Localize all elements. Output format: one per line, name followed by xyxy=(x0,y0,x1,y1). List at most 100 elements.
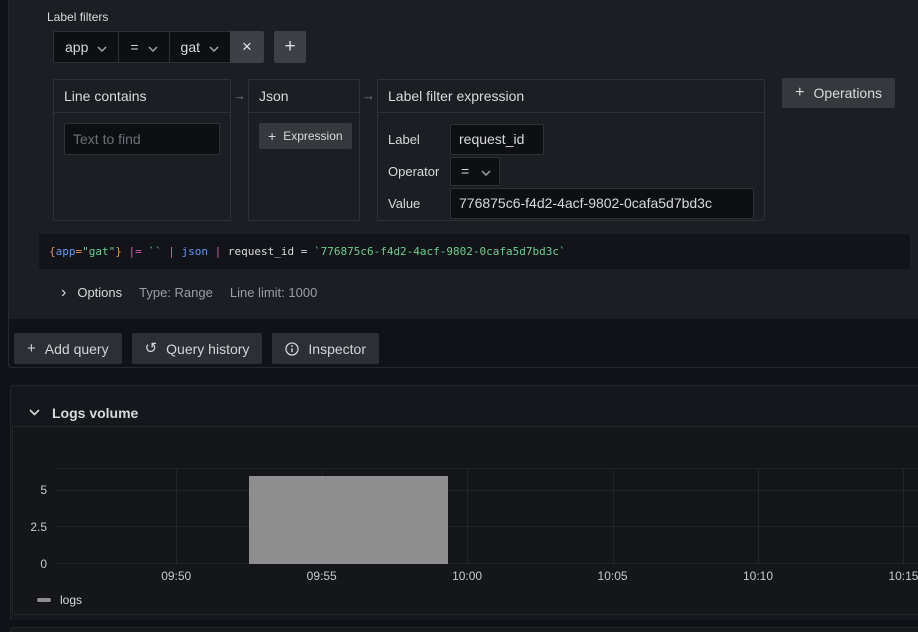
operation-card-title: Line contains xyxy=(54,80,230,113)
plus-icon: + xyxy=(268,128,276,144)
gridline xyxy=(55,490,918,491)
add-query-button[interactable]: + Add query xyxy=(14,333,122,364)
x-tick-label: 10:15 xyxy=(888,569,918,583)
x-tick-label: 09:50 xyxy=(161,569,191,583)
legend-series-swatch xyxy=(37,598,51,602)
x-tick-label: 10:05 xyxy=(598,569,628,583)
chevron-right-icon: › xyxy=(61,286,66,300)
legend-series-label: logs xyxy=(60,593,82,607)
operation-card-json: Json + Expression xyxy=(248,79,360,221)
query-token: request_id = xyxy=(221,245,314,258)
query-preview[interactable]: {app="gat"} |= `` | json | request_id = … xyxy=(39,234,910,269)
operator-field-label: Operator xyxy=(388,164,450,179)
x-tick-label: 10:10 xyxy=(743,569,773,583)
options-title: Options xyxy=(77,285,122,300)
query-token: |= xyxy=(129,245,142,258)
options-toggle[interactable]: › Options xyxy=(61,285,122,300)
logs-volume-header[interactable]: Logs volume xyxy=(11,386,918,426)
info-icon xyxy=(285,342,299,356)
gridline xyxy=(758,469,759,564)
pipeline-arrow-icon: → xyxy=(231,88,248,103)
label-field-input[interactable] xyxy=(450,124,544,155)
operator-field-value: = xyxy=(461,163,469,179)
operation-card-title: Label filter expression xyxy=(378,80,764,113)
query-history-button[interactable]: ↺ Query history xyxy=(132,333,263,364)
query-token: | xyxy=(168,245,175,258)
operation-card-title: Json xyxy=(249,80,359,113)
label-filter-row: app = gat × xyxy=(53,31,918,63)
add-operations-button[interactable]: + Operations xyxy=(782,78,895,108)
plot-area[interactable] xyxy=(55,468,918,564)
chevron-down-icon xyxy=(481,163,491,179)
options-row: › Options Type: Range Line limit: 1000 xyxy=(39,276,918,309)
query-token: { xyxy=(49,245,56,258)
filter-operator-select[interactable]: = xyxy=(118,31,168,63)
logs-volume-section: Logs volume 02.55 09:5009:5510:0010:0510… xyxy=(10,385,918,620)
remove-filter-button[interactable]: × xyxy=(230,31,264,63)
filter-key-value: app xyxy=(65,39,88,55)
query-builder: Label filters app = gat xyxy=(9,0,918,319)
x-axis: 09:50 09:55 10:00 10:05 10:10 10:15 xyxy=(55,564,918,586)
value-field-label: Value xyxy=(388,196,450,211)
legend-item[interactable]: logs xyxy=(37,593,82,607)
label-filter-expression-title: Label filter expression xyxy=(388,88,524,104)
options-type: Type: Range xyxy=(139,285,213,300)
add-query-label: Add query xyxy=(45,341,109,357)
plus-icon: + xyxy=(27,341,36,356)
query-token xyxy=(208,245,215,258)
inspector-button[interactable]: Inspector xyxy=(272,333,379,364)
x-tick-label: 10:00 xyxy=(452,569,482,583)
query-token: `776875c6-f4d2-4acf-9802-0cafa5d7bd3c` xyxy=(314,245,566,258)
x-tick-label: 09:55 xyxy=(307,569,337,583)
query-token: "gat" xyxy=(82,245,115,258)
query-token: } xyxy=(115,245,122,258)
json-title: Json xyxy=(259,88,289,104)
filter-operator-value: = xyxy=(130,39,138,55)
gridline xyxy=(55,526,918,527)
chart-legend: logs xyxy=(13,586,918,607)
query-token: json xyxy=(182,245,209,258)
add-expression-button[interactable]: + Expression xyxy=(259,123,352,149)
next-panel-top-edge xyxy=(10,627,918,632)
operations-label: Operations xyxy=(814,85,882,101)
add-expression-label: Expression xyxy=(283,129,342,143)
query-token xyxy=(175,245,182,258)
line-contains-input[interactable] xyxy=(64,123,220,155)
line-contains-title: Line contains xyxy=(64,88,147,104)
plus-icon: + xyxy=(795,84,804,102)
gridline xyxy=(176,469,177,564)
chevron-down-icon xyxy=(29,409,40,416)
logs-volume-title: Logs volume xyxy=(52,405,138,421)
query-history-label: Query history xyxy=(166,341,249,357)
add-filter-button[interactable]: + xyxy=(274,31,306,63)
query-editor-container: Label filters app = gat xyxy=(8,0,918,368)
query-token: app xyxy=(56,245,76,258)
close-icon: × xyxy=(242,37,252,57)
gridline xyxy=(613,469,614,564)
chevron-down-icon xyxy=(148,39,158,55)
plus-icon: + xyxy=(284,36,295,58)
pipeline-arrow-icon: → xyxy=(360,88,377,103)
operation-card-line-contains: Line contains xyxy=(53,79,231,221)
label-filter-group: app = gat × xyxy=(53,31,264,63)
inspector-label: Inspector xyxy=(308,341,366,357)
logs-volume-chart-panel: 02.55 09:5009:5510:0010:0510:1010:15 log… xyxy=(12,426,918,615)
explore-toolbar: + Add query ↺ Query history Inspector xyxy=(14,333,918,364)
logs-volume-bar[interactable] xyxy=(249,476,448,564)
filter-key-select[interactable]: app xyxy=(53,31,118,63)
filter-value-value: gat xyxy=(181,39,200,55)
chevron-down-icon xyxy=(97,39,107,55)
value-field-input[interactable] xyxy=(450,188,754,219)
operation-card-label-filter-expression: Label filter expression Label Operator = xyxy=(377,79,765,221)
history-icon: ↺ xyxy=(145,341,158,356)
operator-field-select[interactable]: = xyxy=(450,157,500,186)
label-field-label: Label xyxy=(388,132,450,147)
chevron-down-icon xyxy=(209,39,219,55)
query-token: `` xyxy=(148,245,161,258)
filter-value-select[interactable]: gat xyxy=(169,31,230,63)
gridline xyxy=(903,469,904,564)
query-token xyxy=(122,245,129,258)
options-line-limit: Line limit: 1000 xyxy=(230,285,317,300)
label-filters-label: Label filters xyxy=(47,10,918,24)
gridline xyxy=(467,469,468,564)
